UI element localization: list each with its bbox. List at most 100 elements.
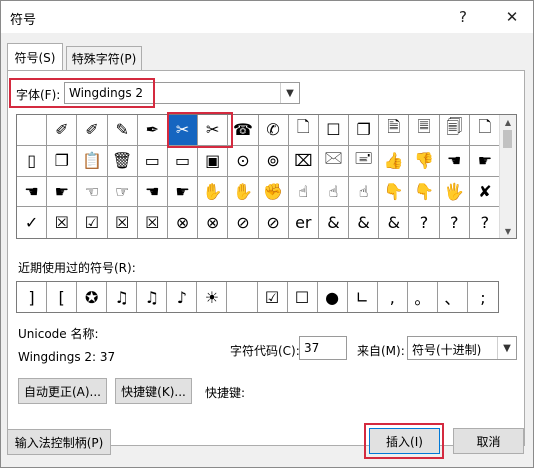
symbol-cell[interactable]: ☞ [107,176,138,208]
symbol-cell[interactable]: 🖐 [439,176,470,208]
symbol-cell[interactable]: ▭ [137,145,168,177]
symbol-cell[interactable]: & [319,207,350,238]
symbol-cell[interactable]: ? [470,207,500,238]
symbol-cell[interactable]: ✎ [107,115,138,146]
symbol-cell[interactable]: ✋ [198,176,229,208]
symbol-cell[interactable]: ⊚ [258,145,289,177]
symbol-cell[interactable]: ⊘ [228,207,259,238]
symbol-cell[interactable]: ⊘ [259,207,289,238]
shortcut-key-button[interactable]: 快捷键(K)... [115,378,192,404]
symbol-cell[interactable]: ☝ [349,176,380,208]
font-select[interactable]: Wingdings 2 ▼ [64,82,300,104]
symbol-cell[interactable]: ? [409,207,440,238]
scroll-thumb[interactable] [503,130,512,148]
symbol-cell[interactable]: 📋 [77,145,108,177]
symbol-cell[interactable]: ☒ [47,207,78,238]
symbol-cell[interactable]: ☝ [318,176,350,208]
symbol-cell[interactable]: 🗋 [288,115,319,146]
symbol-cell[interactable]: 🗋 [469,115,500,146]
recent-symbol-cell[interactable]: [ [47,282,78,312]
symbol-cell[interactable]: ✋ [228,176,259,208]
recent-symbol-cell[interactable]: ♫ [137,282,168,312]
recent-symbol-cell[interactable]: 、 [438,282,468,312]
symbol-cell[interactable]: ✆ [258,115,289,146]
chevron-down-icon[interactable]: ▼ [497,337,516,359]
from-select[interactable]: 符号(十进制) ▼ [407,336,517,360]
symbol-cell[interactable]: ✐ [47,115,78,146]
symbol-cell[interactable]: ✒ [137,115,168,146]
recent-symbol-cell[interactable] [227,282,258,312]
tab-special-characters[interactable]: 特殊字符(P) [66,46,142,70]
recent-symbol-cell[interactable]: ♫ [107,282,138,312]
symbol-cell[interactable]: ☛ [47,176,78,208]
symbol-cell[interactable]: 🗐 [439,115,470,146]
scroll-down-icon[interactable]: ▼ [500,224,516,238]
symbol-cell[interactable]: ☐ [318,115,350,146]
chevron-down-icon[interactable]: ▼ [280,83,299,103]
recent-symbol-cell[interactable]: ] [17,282,48,312]
scroll-up-icon[interactable]: ▲ [500,115,516,129]
symbol-cell[interactable]: ☒ [138,207,168,238]
symbol-cell[interactable]: ⊗ [168,207,199,238]
recent-symbols: ][✪ ♫ ♫ ♪ ☀ ☑ ☐ ● ∟,。、; [16,281,499,313]
symbol-cell[interactable]: 🗑 [107,145,138,177]
symbol-cell[interactable]: ✊ [258,176,289,208]
symbol-cell[interactable]: 👇 [409,176,440,208]
ime-pad-button[interactable]: 输入法控制柄(P) [7,429,111,455]
symbol-cell[interactable]: ▣ [198,145,229,177]
symbol-cell[interactable]: ☎ [228,115,259,146]
symbol-cell[interactable]: ✂ [167,115,199,146]
char-code-input[interactable]: 37 [299,336,347,360]
symbol-cell[interactable]: ✂ [198,115,229,146]
symbol-cell[interactable]: ☚ [17,176,48,208]
symbol-cell[interactable]: 👍 [379,145,410,177]
tab-symbols[interactable]: 符号(S) [7,43,63,70]
symbol-cell[interactable]: & [379,207,410,238]
recent-symbol-cell[interactable]: ☐ [288,282,318,312]
help-button[interactable]: ? [449,5,477,29]
recent-symbol-cell[interactable]: ∟ [348,282,378,312]
recent-symbol-cell[interactable]: , [378,282,408,312]
font-label: 字体(F): [16,88,61,102]
insert-button[interactable]: 插入(I) [369,428,440,454]
symbol-cell[interactable]: ⊗ [198,207,229,238]
symbol-cell[interactable]: ❐ [349,115,380,146]
symbol-grid-scrollbar[interactable]: ▲ ▼ [499,115,516,238]
recent-symbol-cell[interactable]: ♪ [167,282,198,312]
symbol-cell[interactable]: ▯ [17,145,48,177]
recent-symbol-cell[interactable]: ● [318,282,348,312]
symbol-cell[interactable]: 👇 [379,176,410,208]
recent-symbol-cell[interactable]: ✪ [77,282,108,312]
symbol-cell[interactable]: ☝ [288,176,319,208]
symbol-cell[interactable]: ☛ [469,146,500,177]
symbol-cell[interactable]: ❐ [47,145,78,177]
recent-symbol-cell[interactable]: ☑ [258,282,288,312]
close-button[interactable]: ✕ [498,5,526,29]
symbol-cell[interactable]: 🖃 [349,145,380,177]
recent-symbol-cell[interactable]: ; [468,282,498,312]
symbol-cell[interactable]: ☜ [77,176,108,208]
symbol-cell[interactable] [17,115,48,146]
symbol-cell[interactable]: ☛ [167,176,199,208]
symbol-cell[interactable]: ⊙ [228,145,259,177]
symbol-cell[interactable]: 👎 [409,145,440,177]
symbol-cell[interactable]: ? [440,207,470,238]
recent-symbol-cell[interactable]: ☀ [197,282,228,312]
symbol-cell[interactable]: ✓ [17,207,48,238]
symbol-cell[interactable]: ▭ [167,145,199,177]
symbol-cell[interactable]: 🗏 [409,115,440,146]
symbol-cell[interactable]: ✐ [77,115,108,146]
symbol-cell[interactable]: 🗎 [379,115,410,146]
symbol-cell[interactable]: 🖂 [318,145,350,177]
symbol-cell[interactable]: ☚ [439,145,470,177]
symbol-cell[interactable]: ☚ [137,176,168,208]
symbol-cell[interactable]: & [349,207,380,238]
symbol-cell[interactable]: ✘ [469,177,500,208]
symbol-cell[interactable]: ☑ [77,207,108,238]
cancel-button[interactable]: 取消 [453,428,524,454]
symbol-cell[interactable]: ☒ [108,207,138,238]
recent-symbol-cell[interactable]: 。 [408,282,438,312]
symbol-cell[interactable]: er [289,207,319,238]
symbol-cell[interactable]: ⌧ [288,145,319,177]
autocorrect-button[interactable]: 自动更正(A)... [18,378,107,404]
